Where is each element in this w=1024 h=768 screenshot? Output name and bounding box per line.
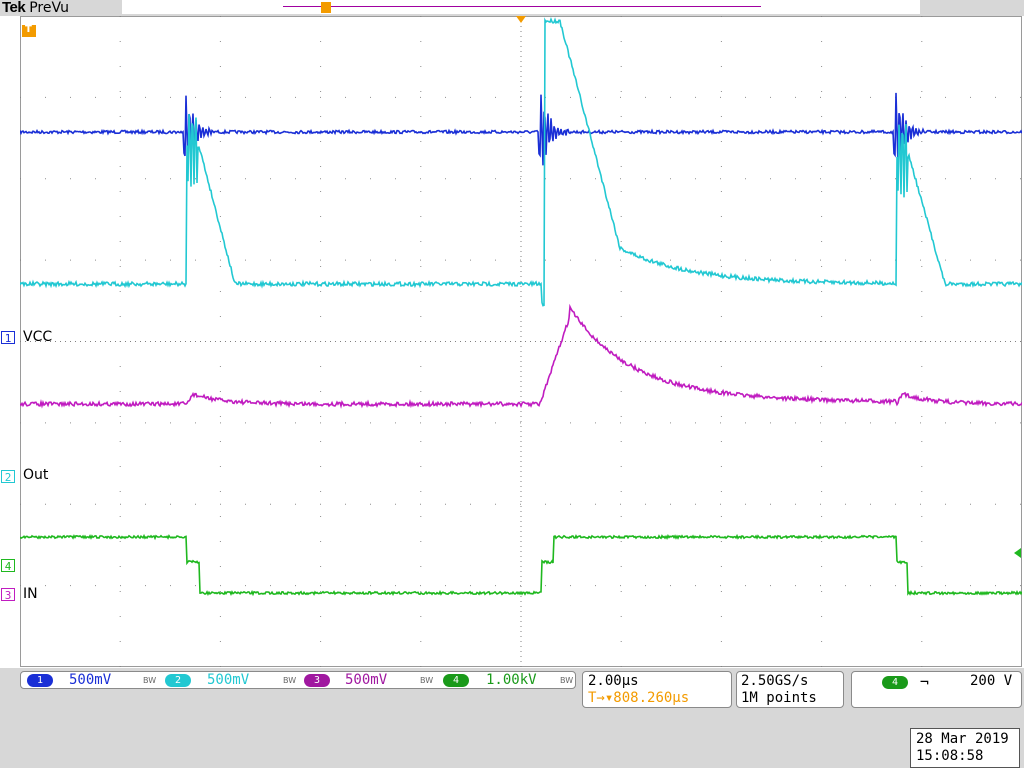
ch4-ground-marker[interactable]: 4 — [1, 559, 15, 573]
graticule — [20, 16, 1022, 667]
record-view[interactable] — [122, 0, 920, 14]
ch2-label: Out — [23, 467, 49, 483]
ch2-bw-limit-icon: BW — [283, 676, 297, 685]
ch1-label: VCC — [23, 329, 53, 345]
brand-label: Tek PreVu — [2, 0, 69, 16]
acquisition-panel[interactable]: 2.50GS/s 1M points — [736, 671, 844, 708]
time: 15:08:58 — [916, 748, 984, 764]
ch1-ground-marker[interactable]: 1 — [1, 331, 15, 345]
date-time-panel: 28 Mar 2019 15:08:58 — [910, 728, 1020, 768]
ch1-scale: 500mV — [69, 672, 112, 688]
date: 28 Mar 2019 — [916, 731, 1009, 747]
sample-rate: 2.50GS/s — [741, 673, 809, 689]
trigger-level-marker-icon — [1014, 548, 1021, 558]
ch3-badge[interactable]: 3 — [304, 674, 330, 687]
trigger-point-marker-icon[interactable]: T — [22, 24, 36, 37]
trigger-level: 200 V — [970, 673, 1013, 689]
ch4-bw-limit-icon: BW — [560, 676, 574, 685]
brand-logo: Tek — [2, 0, 26, 16]
ch2-waveform — [20, 17, 1022, 307]
falling-edge-icon: ⌐ — [920, 673, 930, 691]
trigger-time-marker-icon — [516, 16, 526, 23]
ch3-scale: 500mV — [345, 672, 388, 688]
ch2-scale: 500mV — [207, 672, 250, 688]
ch2-ground-marker[interactable]: 2 — [1, 470, 15, 484]
trigger-source-badge: 4 — [882, 676, 908, 689]
channel-settings-panel[interactable]: 1 500mV BW 2 500mV BW 3 500mV BW 4 1.00k… — [20, 671, 576, 689]
ch3-ground-marker[interactable]: 3 — [1, 588, 15, 602]
bottom-status-bar: 1 500mV BW 2 500mV BW 3 500mV BW 4 1.00k… — [0, 668, 1024, 768]
ch1-bw-limit-icon: BW — [143, 676, 157, 685]
ch1-waveform — [20, 92, 1022, 166]
ch3-bw-limit-icon: BW — [420, 676, 434, 685]
acquisition-mode: PreVu — [29, 0, 69, 16]
trigger-panel[interactable]: 4 ⌐ 200 V — [851, 671, 1022, 708]
record-window-indicator — [283, 6, 761, 7]
trigger-position-marker-icon[interactable] — [321, 2, 331, 13]
ch1-badge[interactable]: 1 — [27, 674, 53, 687]
ch3-label: IN — [23, 586, 38, 602]
timebase-panel[interactable]: 2.00µs T→▾808.260µs — [582, 671, 732, 708]
ch4-scale: 1.00kV — [486, 672, 537, 688]
ch2-badge[interactable]: 2 — [165, 674, 191, 687]
horizontal-scale: 2.00µs — [588, 673, 639, 689]
top-status-bar: Tek PreVu — [0, 0, 1024, 16]
waveform-display[interactable] — [20, 16, 1022, 667]
ch4-badge[interactable]: 4 — [443, 674, 469, 687]
record-length: 1M points — [741, 690, 817, 706]
horizontal-position: T→▾808.260µs — [588, 690, 690, 706]
trigger-delay-icon: T→▾ — [588, 690, 614, 706]
